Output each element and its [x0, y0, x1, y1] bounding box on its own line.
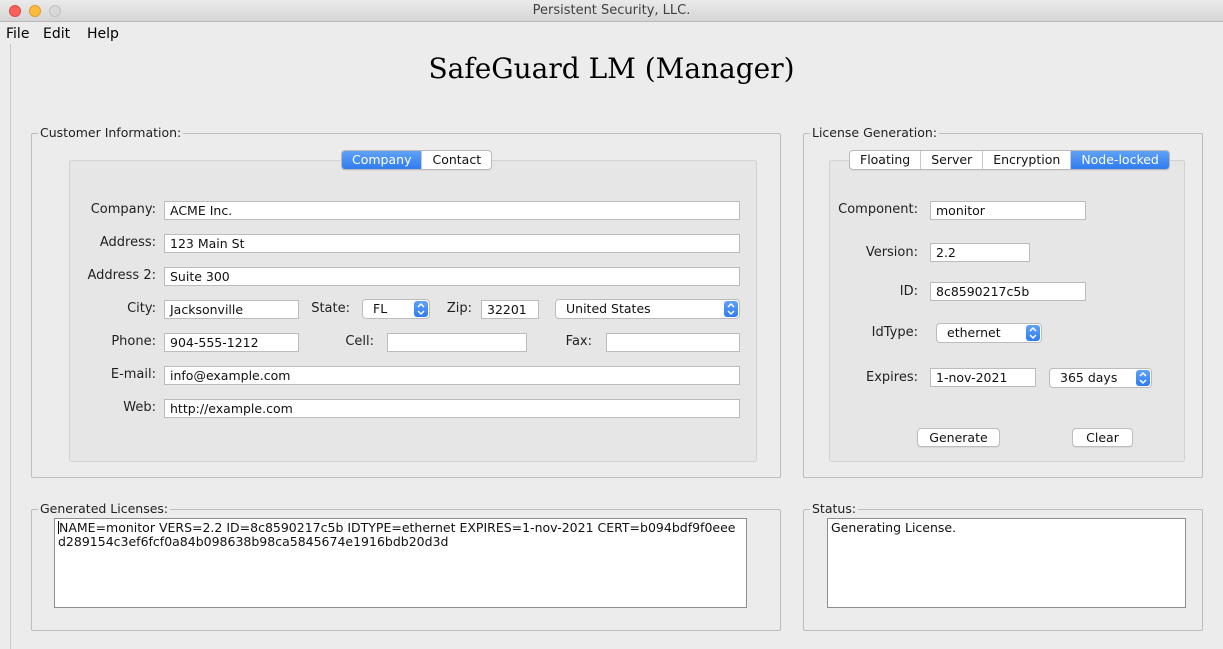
- idtype-select-value: ethernet: [947, 325, 1001, 340]
- version-label: Version:: [865, 245, 918, 260]
- menu-file[interactable]: File: [6, 26, 29, 42]
- tab-floating[interactable]: Floating: [850, 151, 922, 169]
- generate-button[interactable]: Generate: [917, 428, 1000, 447]
- idtype-label: IdType:: [871, 325, 918, 340]
- version-input[interactable]: 2.2: [930, 243, 1030, 262]
- state-label: State:: [311, 301, 350, 316]
- zip-label: Zip:: [446, 301, 472, 316]
- tab-server[interactable]: Server: [921, 151, 984, 169]
- customer-information-label: Customer Information:: [38, 125, 184, 141]
- generated-licenses-textarea[interactable]: NAME=monitor VERS=2.2 ID=8c8590217c5b ID…: [54, 518, 747, 608]
- zip-input[interactable]: 32201: [481, 300, 539, 319]
- web-input[interactable]: http://example.com: [164, 399, 740, 418]
- status-label: Status:: [810, 501, 859, 517]
- tab-contact[interactable]: Contact: [422, 151, 491, 169]
- address-label: Address:: [99, 235, 156, 250]
- cell-label: Cell:: [345, 334, 374, 349]
- idtype-select[interactable]: ethernet: [936, 323, 1042, 343]
- state-select-value: FL: [373, 301, 388, 316]
- license-generation-label: License Generation:: [810, 125, 940, 141]
- state-select[interactable]: FL: [362, 299, 430, 319]
- expires-label: Expires:: [866, 370, 918, 385]
- tab-company[interactable]: Company: [342, 151, 423, 169]
- clear-button[interactable]: Clear: [1072, 428, 1133, 447]
- status-textarea[interactable]: Generating License.: [827, 518, 1186, 608]
- menu-edit[interactable]: Edit: [43, 26, 70, 42]
- app-title: SafeGuard LM (Manager): [428, 52, 795, 85]
- web-label: Web:: [123, 400, 156, 415]
- email-input[interactable]: info@example.com: [164, 366, 740, 385]
- phone-label: Phone:: [111, 334, 156, 349]
- id-label: ID:: [899, 284, 918, 299]
- status-text: Generating License.: [831, 520, 957, 535]
- fax-input[interactable]: [606, 333, 740, 352]
- country-select-value: United States: [566, 301, 651, 316]
- app-window: Persistent Security, LLC. File Edit Help…: [0, 0, 1223, 649]
- phone-input[interactable]: 904-555-1212: [164, 333, 299, 352]
- menu-bar: File Edit Help: [0, 22, 1223, 44]
- city-label: City:: [127, 301, 156, 316]
- country-stepper-icon: [724, 301, 738, 317]
- duration-stepper-icon: [1136, 370, 1150, 386]
- component-input[interactable]: monitor: [930, 201, 1086, 220]
- tab-node-locked[interactable]: Node-locked: [1071, 151, 1169, 169]
- window-title: Persistent Security, LLC.: [532, 3, 691, 18]
- company-input[interactable]: ACME Inc.: [164, 201, 740, 220]
- license-tabs: Floating Server Encryption Node-locked: [849, 150, 1170, 170]
- menu-help[interactable]: Help: [87, 26, 119, 42]
- id-input[interactable]: 8c8590217c5b: [930, 282, 1086, 301]
- country-select[interactable]: United States: [555, 299, 740, 319]
- customer-tabs: Company Contact: [341, 150, 493, 170]
- component-label: Component:: [838, 202, 918, 217]
- tab-encryption[interactable]: Encryption: [983, 151, 1072, 169]
- address2-input[interactable]: Suite 300: [164, 267, 740, 286]
- duration-select[interactable]: 365 days: [1049, 368, 1152, 388]
- city-input[interactable]: Jacksonville: [164, 300, 299, 319]
- email-label: E-mail:: [110, 367, 156, 382]
- idtype-stepper-icon: [1026, 325, 1040, 341]
- address2-label: Address 2:: [87, 268, 156, 283]
- generated-licenses-label: Generated Licenses:: [38, 501, 171, 517]
- cell-input[interactable]: [387, 333, 527, 352]
- address-input[interactable]: 123 Main St: [164, 234, 740, 253]
- generated-licenses-text: NAME=monitor VERS=2.2 ID=8c8590217c5b ID…: [58, 520, 736, 549]
- state-stepper-icon: [414, 301, 428, 317]
- company-label: Company:: [90, 202, 156, 217]
- fax-label: Fax:: [565, 334, 592, 349]
- expires-input[interactable]: 1-nov-2021: [930, 368, 1036, 387]
- duration-select-value: 365 days: [1060, 370, 1118, 385]
- title-bar: Persistent Security, LLC.: [0, 0, 1223, 22]
